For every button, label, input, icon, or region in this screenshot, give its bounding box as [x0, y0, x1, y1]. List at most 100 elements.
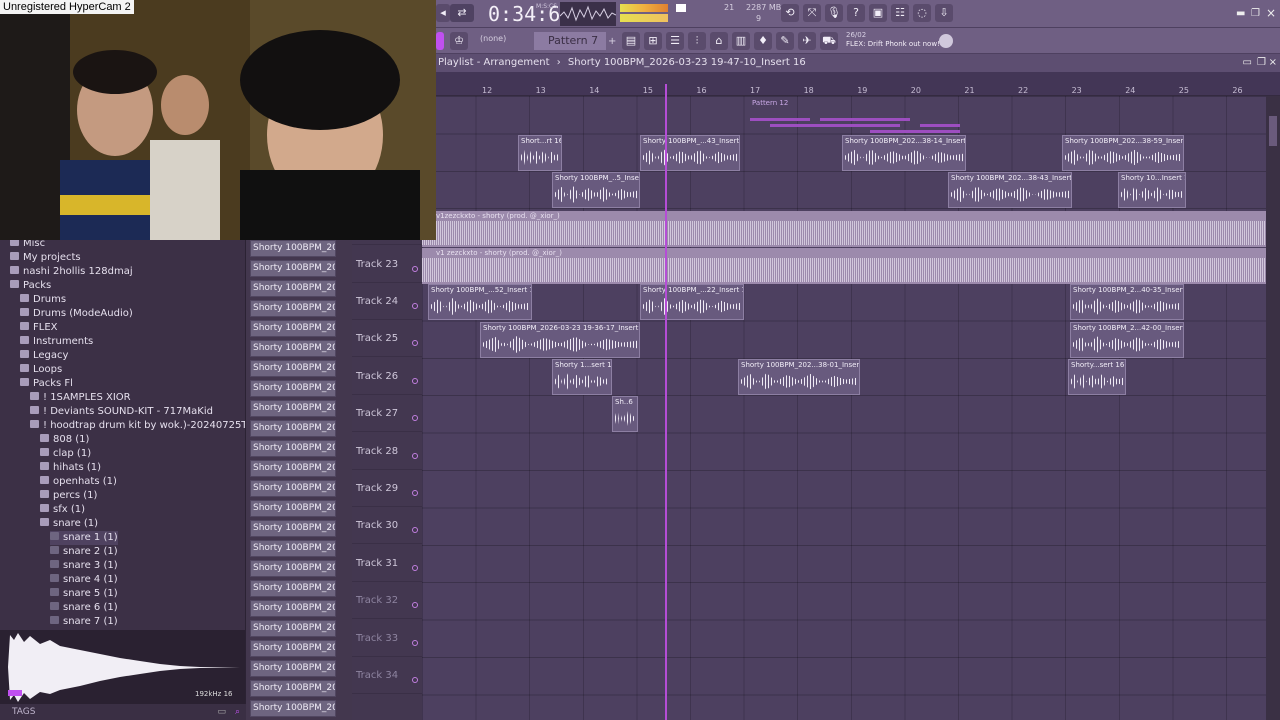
audio-clip[interactable]: Shorty 100BPM_202...38-43_Insert 16 — [948, 172, 1072, 208]
track-header-row[interactable]: Track 33 — [352, 620, 422, 657]
browser-tree-item[interactable]: snare 7 (1) — [50, 615, 118, 629]
channel-button[interactable]: Shorty 100BPM_2026-03... — [250, 460, 336, 477]
track-header-row[interactable]: Track 28 — [352, 433, 422, 470]
channel-button[interactable]: Shorty 100BPM_2026-03... — [250, 600, 336, 617]
browser-tree-item[interactable]: sfx (1) — [40, 503, 85, 517]
channel-button[interactable]: Shorty 100BPM_2026-03... — [250, 500, 336, 517]
browser-tree-item[interactable]: openhats (1) — [40, 475, 117, 489]
track-mute-dot[interactable] — [412, 415, 418, 422]
playhead[interactable] — [665, 84, 667, 720]
track-header-row[interactable]: Track 23 — [352, 246, 422, 283]
channel-button[interactable]: Shorty 100BPM_2026-03... — [250, 240, 336, 257]
track-header-row[interactable]: Track 26 — [352, 358, 422, 395]
track-header-row[interactable]: Track 24 — [352, 283, 422, 320]
track-mute-dot[interactable] — [412, 265, 418, 272]
browser-tree-item[interactable]: Drums (ModeAudio) — [20, 307, 133, 321]
channel-button[interactable]: Shorty 100BPM_2026-03... — [250, 280, 336, 297]
browser-icon[interactable]: ▥ — [732, 32, 750, 50]
channel-button[interactable]: Shorty 100BPM_2026-03... — [250, 560, 336, 577]
channel-button[interactable]: Shorty 100BPM_2026-03... — [250, 360, 336, 377]
news-headline[interactable]: FLEX: Drift Phonk out now! — [846, 40, 941, 48]
channel-button[interactable]: Shorty 100BPM_2026-03... — [250, 420, 336, 437]
audio-clip[interactable]: Shorty 100BPM_..5_Insert 16 — [552, 172, 640, 208]
channel-button[interactable]: Shorty 100BPM_2026-03... — [250, 520, 336, 537]
wait-for-input-icon[interactable]: ⤧ — [803, 4, 821, 22]
audio-clip[interactable]: Shorty 100BPM_202...38-59_Insert 16 — [1062, 135, 1184, 171]
browser-tree-item[interactable]: snare 4 (1) — [50, 573, 118, 587]
browser-tree-item[interactable]: Misc — [10, 240, 45, 251]
track-header-row[interactable]: Track 34 — [352, 657, 422, 694]
browser-tree-item[interactable]: ! Deviants SOUND-KIT - 717MaKid — [30, 405, 213, 419]
plugin-icon[interactable]: ♦ — [754, 32, 772, 50]
download-icon[interactable]: ⇩ — [935, 4, 953, 22]
browser-tree-item[interactable]: Loops — [20, 363, 62, 377]
track-header-row[interactable]: Track 29 — [352, 470, 422, 507]
browser-tree-item[interactable]: clap (1) — [40, 447, 91, 461]
audio-clip[interactable]: v1zezckxto - shorty (prod. @_xior_) — [422, 211, 1266, 247]
playlist-maximize-icon[interactable]: ❐ — [1257, 54, 1266, 72]
pattern-none-select[interactable]: (none) — [480, 34, 506, 43]
track-header-row[interactable]: Track 25 — [352, 320, 422, 358]
browser-tree-item[interactable]: ! hoodtrap drum kit by wok.)-20240725T02… — [30, 419, 245, 433]
browser-tree-item[interactable]: 808 (1) — [40, 433, 89, 447]
left-edge-handle[interactable] — [436, 32, 444, 50]
minimize-icon[interactable]: ▬ — [1236, 8, 1245, 19]
menu-arrow-icon[interactable]: ◂ — [436, 4, 450, 22]
close-icon[interactable]: × — [1266, 6, 1276, 20]
browser-tree-item[interactable]: snare 1 (1) — [50, 531, 118, 545]
help-icon[interactable]: ? — [847, 4, 865, 22]
browser-tree-item[interactable]: Instruments — [20, 335, 93, 349]
browser-tree-item[interactable]: Packs Fl — [20, 377, 73, 391]
channel-button[interactable]: Shorty 100BPM_2026-03... — [250, 680, 336, 697]
browser-tree-item[interactable]: FLEX — [20, 321, 58, 335]
audio-clip[interactable]: v1 zezckxto - shorty (prod. @_xior_) — [422, 248, 1266, 284]
browser-tree-item[interactable]: hihats (1) — [40, 461, 101, 475]
scrollbar-thumb[interactable] — [1269, 116, 1277, 146]
audio-clip[interactable]: Shorty 100BPM_2026-03-23 19-36-17_Insert… — [480, 322, 640, 358]
browser-tree-item[interactable]: Packs — [10, 279, 51, 293]
tempo-tapper-icon[interactable]: ✎ — [776, 32, 794, 50]
maximize-icon[interactable]: ❐ — [1251, 8, 1260, 19]
channel-button[interactable]: Shorty 100BPM_2026-03... — [250, 440, 336, 457]
chat-icon[interactable]: ◌ — [913, 4, 931, 22]
audio-clip[interactable]: Shorty 100BPM_...22_Insert 16 — [640, 284, 744, 320]
channel-button[interactable]: Shorty 100BPM_2026-03... — [250, 400, 336, 417]
news-globe-icon[interactable] — [939, 34, 953, 48]
browser-tree-item[interactable]: My projects — [10, 251, 81, 265]
track-header-row[interactable]: Track 32 — [352, 582, 422, 620]
channel-button[interactable]: Shorty 100BPM_2026-03... — [250, 580, 336, 597]
browser-tree-item[interactable]: nashi 2hollis 128dmaj — [10, 265, 133, 279]
playlist-close-icon[interactable]: × — [1269, 54, 1277, 72]
folder-icon[interactable]: ▭ — [217, 704, 226, 720]
channel-button[interactable]: Shorty 100BPM_2026-03... — [250, 480, 336, 497]
stamp-icon[interactable]: ♔ — [450, 32, 468, 50]
track-mute-dot[interactable] — [412, 639, 418, 646]
track-header-row[interactable]: Track 31 — [352, 545, 422, 582]
track-mute-dot[interactable] — [412, 490, 418, 496]
channel-button[interactable]: Shorty 100BPM_2026-03... — [250, 540, 336, 557]
track-mute-dot[interactable] — [412, 677, 418, 683]
track-mute-dot[interactable] — [412, 564, 418, 571]
playlist-breadcrumb[interactable]: Shorty 100BPM_2026-03-23 19-47-10_Insert… — [568, 57, 806, 68]
playlist-grid[interactable]: Pattern 12 Short...rt 16 Shorty 100BPM_...… — [422, 96, 1266, 720]
track-header-row[interactable]: Track 27 — [352, 395, 422, 433]
audio-clip[interactable]: Shorty 100BPM_2...42-00_Insert 16 — [1070, 322, 1184, 358]
browser-tree-item[interactable]: Legacy — [20, 349, 68, 363]
audio-clip[interactable]: Shorty 100BPM_202...38-14_Insert 16 — [842, 135, 966, 171]
track-mute-dot[interactable] — [412, 303, 418, 309]
track-mute-dot[interactable] — [412, 377, 418, 384]
track-mute-dot[interactable] — [412, 527, 418, 534]
browser-tree-item[interactable]: Drums — [20, 293, 66, 307]
pattern-selector[interactable]: Pattern 7 — [534, 32, 606, 50]
channel-button[interactable]: Shorty 100BPM_2026-03... — [250, 640, 336, 657]
save-icon[interactable]: ▣ — [869, 4, 887, 22]
metronome-icon[interactable]: ⟲ — [781, 4, 799, 22]
vertical-scrollbar[interactable] — [1266, 96, 1280, 720]
audio-clip[interactable]: Shorty 100BPM_2...40-35_Insert 16 — [1070, 284, 1184, 320]
browser-tree-item[interactable]: snare 3 (1) — [50, 559, 118, 573]
playlist-detach-icon[interactable]: ▭ — [1243, 54, 1252, 72]
channel-button[interactable]: Shorty 100BPM_2026-03... — [250, 300, 336, 317]
browser-tree-item[interactable]: snare (1) — [40, 517, 98, 531]
channel-button[interactable]: Shorty 100BPM_2026-03... — [250, 660, 336, 677]
channel-rack-icon[interactable]: ☰ — [666, 32, 684, 50]
